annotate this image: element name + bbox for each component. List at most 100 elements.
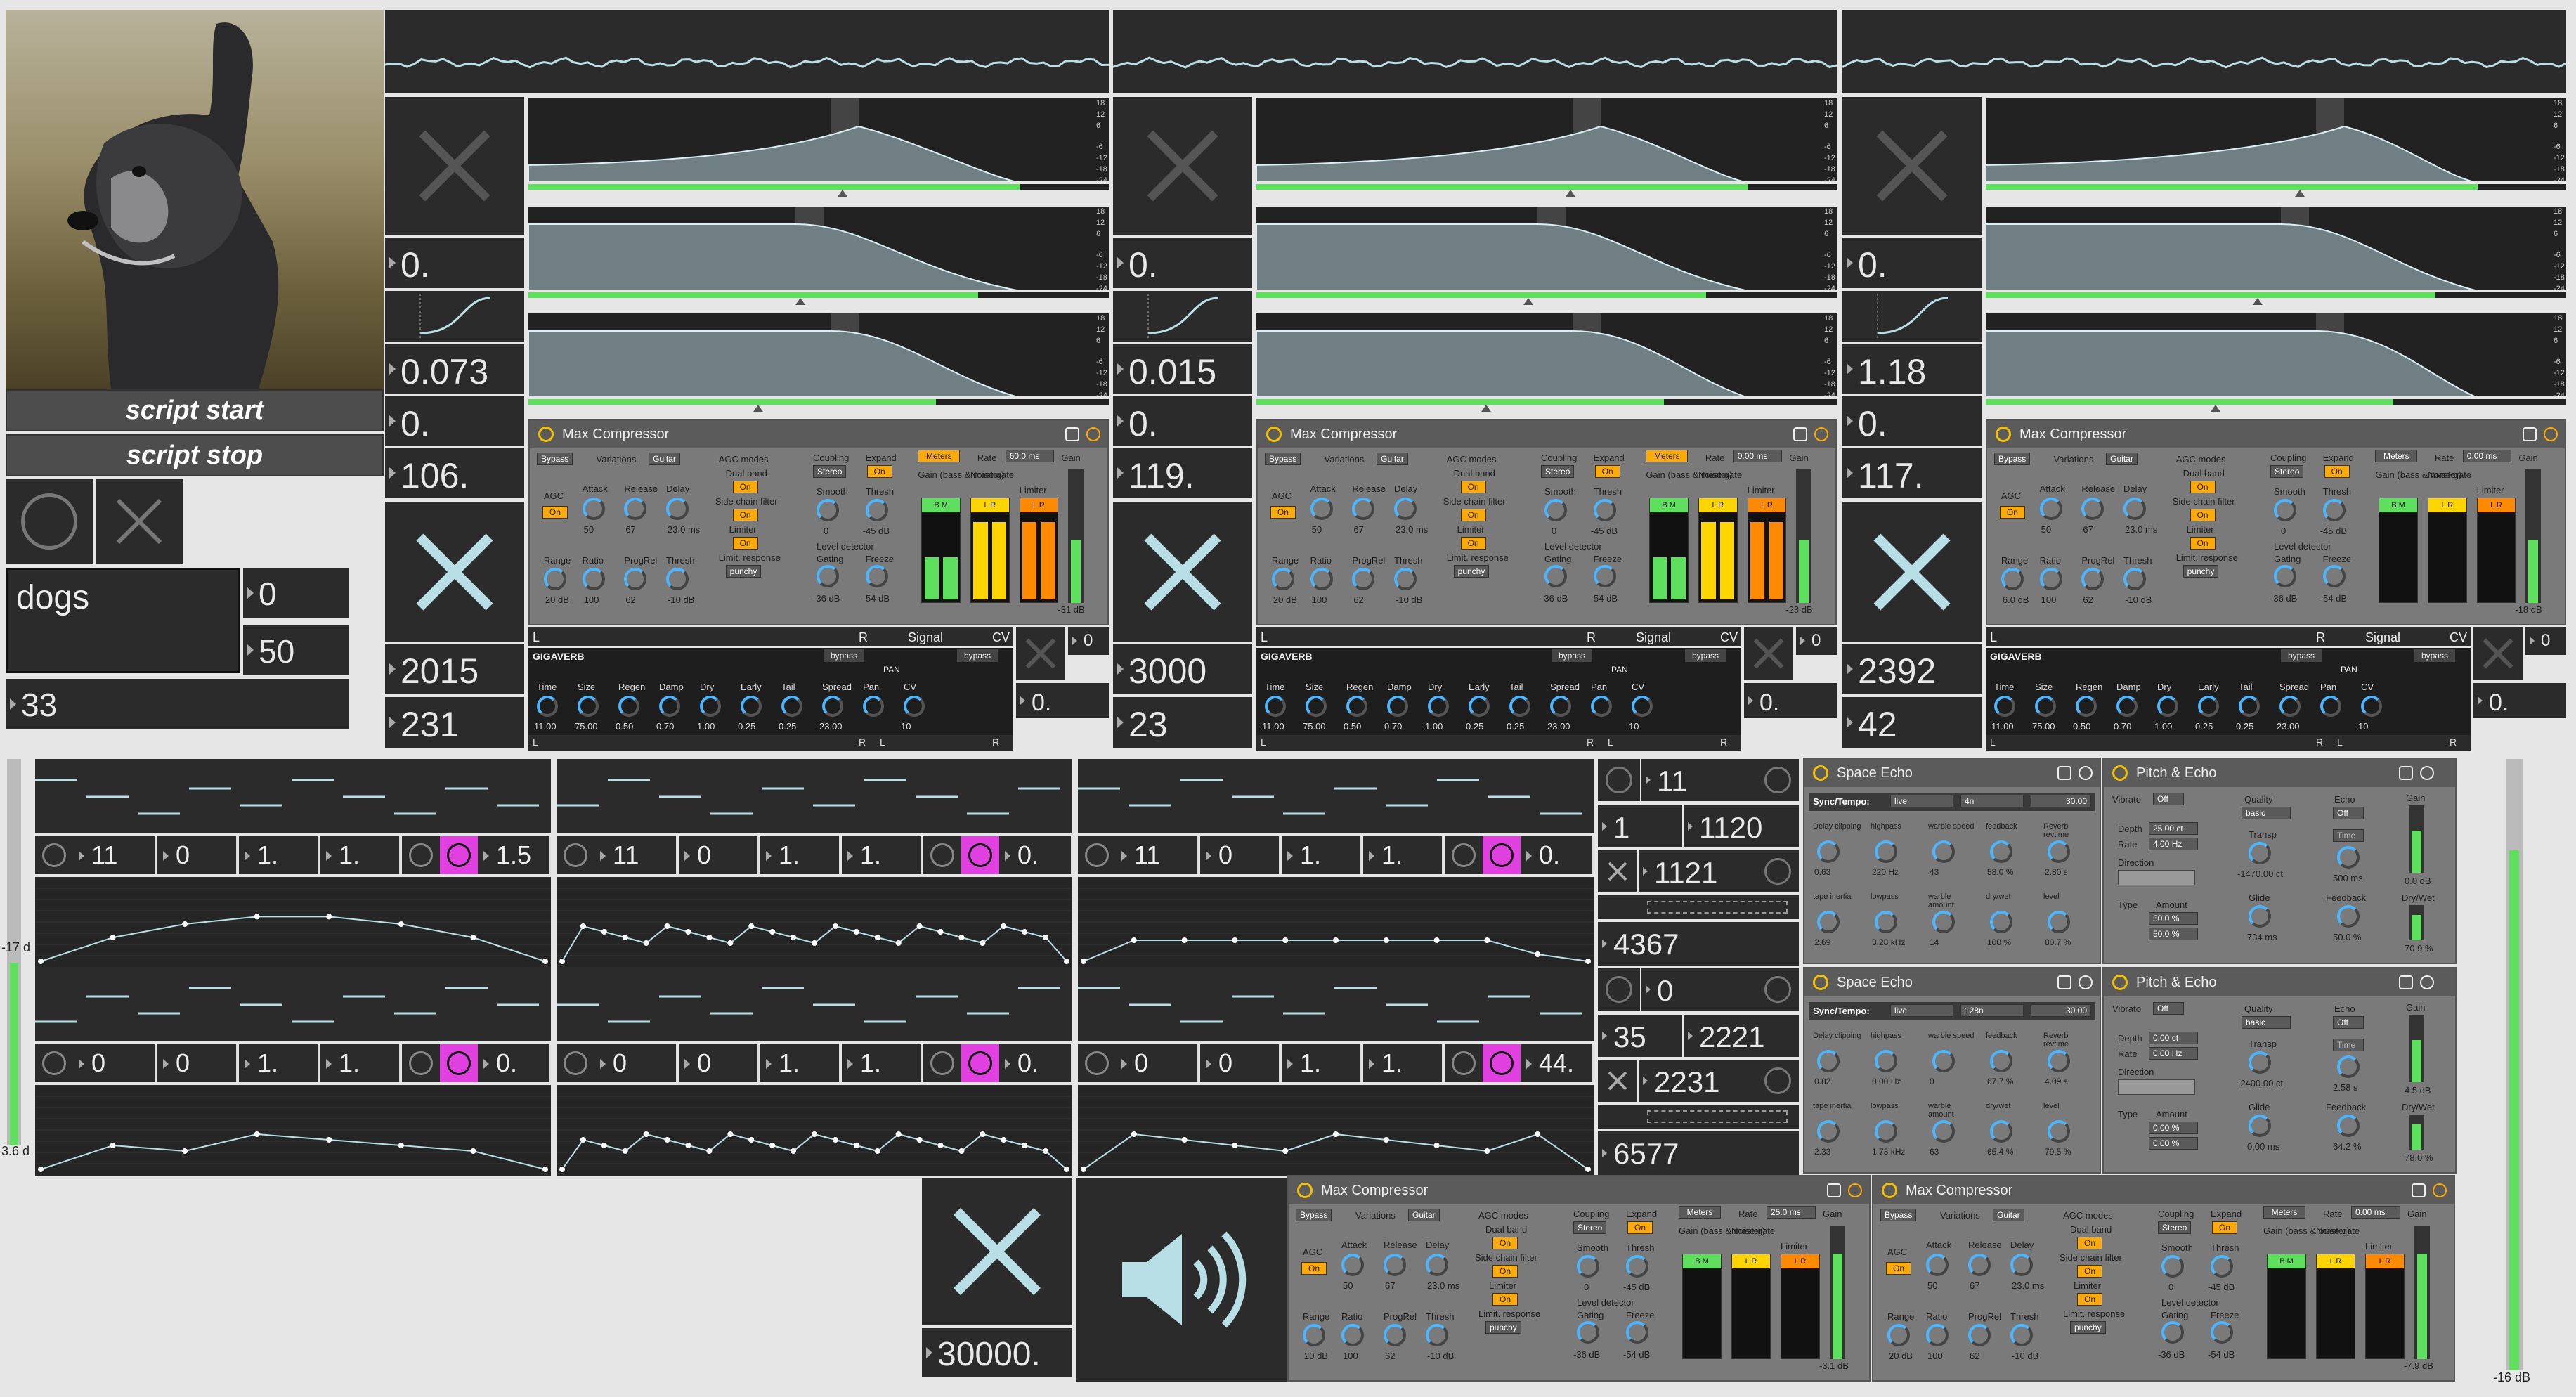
release-knob[interactable]	[1384, 1254, 1406, 1276]
meters-button[interactable]: Meters	[2263, 1206, 2305, 1219]
bottom-close-button[interactable]	[922, 1178, 1072, 1325]
step-number-a[interactable]: 11	[594, 836, 677, 874]
expand-thresh-knob[interactable]	[865, 499, 888, 521]
gigaverb-knob[interactable]	[2239, 696, 2260, 717]
coupling-select[interactable]: Stereo	[1541, 465, 1575, 478]
step-display[interactable]	[35, 759, 551, 833]
settings-icon[interactable]	[1814, 427, 1828, 441]
number-box-f[interactable]: 23	[1113, 697, 1252, 748]
gigaverb-knob[interactable]	[2320, 696, 2341, 717]
gating-knob[interactable]	[2161, 1321, 2184, 1344]
ratio-knob[interactable]	[2039, 568, 2062, 590]
step-display[interactable]	[557, 759, 1072, 833]
quality-select[interactable]: basic	[2242, 1016, 2291, 1029]
variations-select[interactable]: Guitar	[1993, 1209, 2024, 1221]
limit-response-select[interactable]: punchy	[2183, 565, 2219, 578]
mid-number-h[interactable]: 2221	[1684, 1015, 1799, 1057]
time-button[interactable]: Time	[2333, 829, 2364, 842]
mid-number-f[interactable]: 0	[1641, 968, 1757, 1011]
freeze-knob[interactable]	[2322, 565, 2346, 587]
power-icon[interactable]	[1297, 1183, 1313, 1198]
expand-toggle[interactable]: On	[866, 465, 892, 478]
step-number-c[interactable]: 1.	[760, 836, 840, 874]
echo-toggle[interactable]: Off	[2333, 1016, 2364, 1029]
camera-icon[interactable]	[2399, 975, 2413, 989]
mid-slider-a[interactable]	[1598, 895, 1799, 919]
mid-close-b[interactable]	[1598, 1060, 1637, 1102]
script-start-button[interactable]: script start	[6, 389, 384, 431]
mid-toggle-a[interactable]	[1598, 759, 1640, 801]
rate-value[interactable]: 0.00 ms	[2351, 1206, 2400, 1219]
mid-toggle-d[interactable]	[1598, 968, 1640, 1011]
camera-icon[interactable]	[2057, 766, 2071, 780]
mid-toggle-f[interactable]	[1757, 1060, 1799, 1102]
step-toggle[interactable]	[35, 836, 73, 874]
gigaverb-knob[interactable]	[1265, 696, 1286, 717]
range-knob[interactable]	[543, 568, 566, 590]
vibrato-toggle[interactable]: Off	[2153, 793, 2184, 805]
rate-value[interactable]: 25.0 ms	[1767, 1206, 1816, 1219]
gigaverb-knob[interactable]	[863, 696, 884, 717]
filter-graph[interactable]: 18 12 6 -6 -12 -18 -24	[528, 313, 1109, 400]
small-number-h[interactable]: 0.	[2473, 683, 2566, 718]
filter-slider[interactable]	[528, 290, 1109, 308]
meters-button[interactable]: Meters	[2375, 450, 2418, 462]
mid-slider-b[interactable]	[1598, 1105, 1799, 1129]
settings-icon[interactable]	[2420, 975, 2434, 989]
dual-band-toggle[interactable]: On	[2077, 1237, 2102, 1249]
gain-slider[interactable]	[2414, 1226, 2430, 1359]
depth-value[interactable]: 25.00 ct	[2149, 822, 2198, 835]
thresh-knob[interactable]	[2123, 568, 2147, 590]
step-number-b[interactable]: 0	[679, 1044, 759, 1082]
number-box-b[interactable]: 0.073	[385, 344, 524, 394]
expand-toggle[interactable]: On	[2324, 465, 2350, 478]
gigaverb-knob[interactable]	[1387, 696, 1408, 717]
amount-value-2[interactable]: 0.00 %	[2149, 1137, 2198, 1150]
mid-number-b[interactable]: 1	[1598, 805, 1682, 847]
filter-graph[interactable]: 18 12 6 -6 -12 -18 -24	[1256, 313, 1837, 400]
limit-response-select[interactable]: punchy	[2070, 1321, 2106, 1334]
space-echo-knob[interactable]	[1875, 840, 1897, 863]
glide-knob[interactable]	[2249, 1115, 2271, 1137]
space-echo-knob[interactable]	[1875, 911, 1897, 933]
amount-value-2[interactable]: 50.0 %	[2149, 928, 2198, 940]
expand-thresh-knob[interactable]	[1593, 499, 1616, 521]
number-box-c[interactable]: 0.	[385, 396, 524, 446]
settings-icon[interactable]	[2079, 975, 2093, 989]
smooth-knob[interactable]	[2161, 1255, 2184, 1278]
mid-close-a[interactable]	[1598, 850, 1637, 892]
limiter-toggle[interactable]: On	[732, 537, 758, 550]
number-box-half[interactable]: 50	[243, 625, 349, 675]
step-display[interactable]	[557, 967, 1072, 1041]
filter-graph[interactable]: 18 12 6 -6 -12 -18 -24	[1985, 207, 2566, 293]
envelope-graph[interactable]	[35, 876, 551, 968]
step-number-d[interactable]: 1.	[1363, 836, 1443, 874]
expand-thresh-knob[interactable]	[2322, 499, 2346, 521]
space-echo-knob[interactable]	[1932, 840, 1955, 863]
expand-toggle[interactable]: On	[1594, 465, 1620, 478]
filter-graph[interactable]: 18 12 6 -6 -12 -18 -24	[1985, 98, 2566, 185]
power-icon[interactable]	[2112, 765, 2128, 781]
delay-knob[interactable]	[1394, 498, 1417, 520]
bypass-button[interactable]: Bypass	[536, 453, 573, 465]
space-echo-knob[interactable]	[1932, 911, 1955, 933]
camera-icon[interactable]	[2523, 427, 2537, 441]
mid-number-g[interactable]: 35	[1598, 1015, 1682, 1057]
filter-slider[interactable]	[528, 181, 1109, 200]
coupling-select[interactable]: Stereo	[1573, 1221, 1607, 1234]
smooth-knob[interactable]	[2274, 499, 2297, 521]
time-button[interactable]: Time	[2333, 1039, 2364, 1051]
delay-knob[interactable]	[1426, 1254, 1448, 1276]
freeze-knob[interactable]	[2211, 1321, 2233, 1344]
space-echo-knob[interactable]	[1990, 840, 2012, 863]
freeze-knob[interactable]	[865, 565, 888, 587]
step-toggle-active[interactable]	[1483, 836, 1521, 874]
coupling-select[interactable]: Stereo	[2158, 1221, 2192, 1234]
limiter-toggle[interactable]: On	[1492, 1293, 1518, 1306]
gain-slider[interactable]	[2409, 805, 2424, 873]
gigaverb-knob[interactable]	[1591, 696, 1612, 717]
depth-value[interactable]: 0.00 ct	[2149, 1032, 2198, 1044]
mid-toggle-e[interactable]	[1757, 968, 1799, 1011]
small-number-g[interactable]: 0	[2525, 627, 2566, 655]
small-number-h[interactable]: 0.	[1744, 683, 1837, 718]
